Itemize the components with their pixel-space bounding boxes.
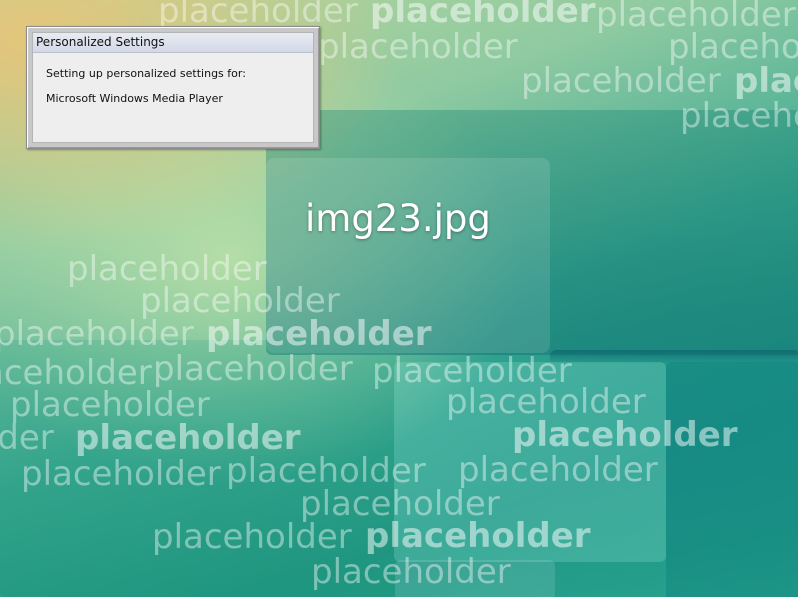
watermark-text: placeholder	[512, 415, 738, 455]
watermark-text: placeholder	[311, 552, 511, 592]
watermark-text: placeholder	[152, 517, 352, 557]
watermark-text: placeholder	[10, 385, 210, 425]
watermark-text: placeholder	[734, 61, 798, 101]
wallpaper-panel	[666, 362, 798, 597]
watermark-text: placeholder	[365, 516, 591, 556]
personalized-settings-dialog: Personalized Settings Setting up persona…	[26, 26, 320, 149]
watermark-text: placeholder	[0, 418, 54, 458]
dialog-body: Personalized Settings Setting up persona…	[32, 32, 314, 143]
watermark-text: placeholder	[206, 314, 432, 354]
watermark-text: placeholder	[521, 61, 721, 101]
watermark-text: placeholder	[370, 0, 596, 31]
watermark-text: placeholder	[75, 418, 301, 458]
wallpaper-filename: img23.jpg	[305, 197, 491, 240]
watermark-text: placeholder	[158, 0, 358, 31]
watermark-text: placeholder	[318, 27, 518, 67]
watermark-text: placeholder	[21, 454, 221, 494]
watermark-text: placeholder	[226, 451, 426, 491]
watermark-text: placeholder	[446, 382, 646, 422]
dialog-message: Setting up personalized settings for:	[46, 67, 246, 80]
watermark-text: placeholder	[140, 281, 340, 321]
dialog-product-name: Microsoft Windows Media Player	[46, 92, 223, 105]
watermark-text: placeholder	[153, 349, 353, 389]
watermark-text: placeholder	[0, 314, 194, 354]
watermark-text: placeholder	[668, 27, 798, 67]
watermark-text: placeholder	[680, 96, 798, 136]
watermark-text: placeholder	[458, 450, 658, 490]
dialog-title: Personalized Settings	[33, 33, 313, 53]
